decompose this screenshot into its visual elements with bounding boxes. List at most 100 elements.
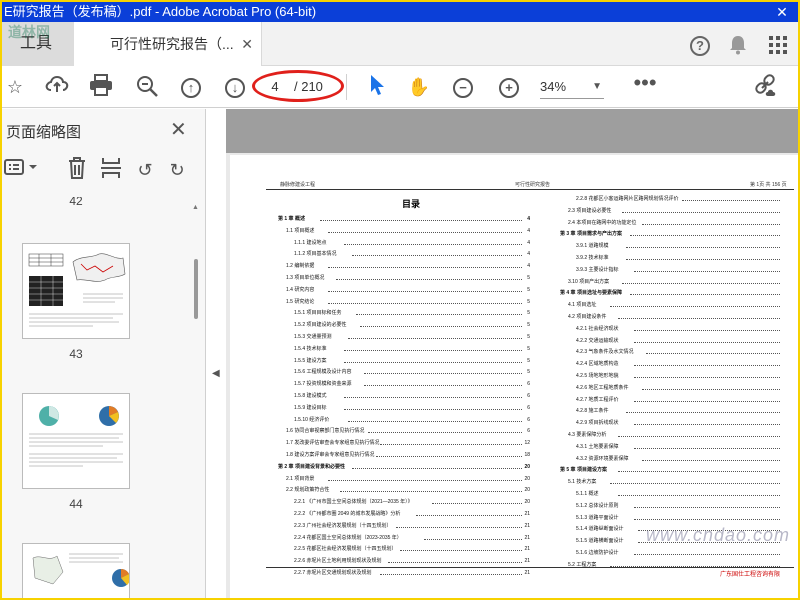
toc-entry[interactable]: 第 2 章 项目建设背景和必要性 20 [278,463,530,471]
thumbnail-page-44[interactable] [22,393,130,489]
toc-entry[interactable]: 4.2 项目建设条件 [568,313,788,321]
toc-entry[interactable]: 2.3 项目建设必要性 [568,207,788,215]
zoom-out-icon[interactable]: − [450,74,476,100]
toc-entry-text: 2.2.3 广州社会经济发展规划（十四五规划） [294,522,392,529]
toc-entry-text: 4.2 项目建设条件 [568,314,607,320]
tab-document[interactable]: 可行性研究报告（... ✕ [74,22,262,67]
tab-close-icon[interactable]: ✕ [241,22,253,66]
rotate-left-icon[interactable]: ↺ [132,157,158,183]
toc-entry[interactable]: 1.5.10 经济评价 6 [294,416,530,424]
toc-entry[interactable]: 1.2 编制依据 4 [286,262,530,270]
toc-entry[interactable]: 1.1.2 项目基本情况 4 [294,250,530,258]
toc-entry[interactable]: 2.2.3 广州社会经济发展规划（十四五规划） 21 [294,522,530,530]
toc-entry[interactable]: 5.1.3 道路平面设计 [576,514,788,522]
toc-entry[interactable]: 3.9.1 道路规模 [576,242,788,250]
toc-entry[interactable]: 4.3.1 土地要素保障 [576,443,788,451]
thumbnail-page-45[interactable] [22,543,130,598]
toc-entry[interactable]: 1.5.1 项目目标和任务 5 [294,309,530,317]
more-icon[interactable]: ••• [632,72,658,100]
toc-entry[interactable]: 3.9.3 主要设计指标 [576,266,788,274]
insert-page-icon[interactable] [98,157,124,183]
toc-entry[interactable]: 3.9.2 技术标准 [576,254,788,262]
toc-entry[interactable]: 1.5.8 建设模式 6 [294,392,530,400]
page-down-icon[interactable]: ↓ [222,74,248,100]
window-close-icon[interactable]: ✕ [772,2,792,22]
toc-entry[interactable]: 4.2.2 交通运输现状 [576,337,788,345]
thumbnail-label-44: 44 [69,497,83,511]
scroll-up-icon[interactable]: ▲ [192,204,199,211]
toc-entry-text: 第 1 章 概述 [278,216,305,222]
share-link-icon[interactable] [754,74,780,100]
toc-entry[interactable]: 5.1 技术方案 [568,478,788,486]
toc-entry[interactable]: 2.2.1 《广州市国土空间总体规划（2021—2035 年）》 20 [294,498,530,506]
toc-entry[interactable]: 1.5.7 投资规模和资金来源 6 [294,380,530,388]
toc-entry-text: 第 5 章 项目建设方案 [560,467,607,474]
panel-close-icon[interactable]: ✕ [170,117,187,142]
panel-collapse-icon[interactable]: ◀ [212,368,220,379]
toc-entry[interactable]: 第 4 章 项目选址与要素保障 [560,289,788,297]
page-options-icon[interactable] [2,157,42,183]
rotate-right-icon[interactable]: ↻ [164,157,190,183]
toc-entry[interactable]: 4.2.9 项目拆线现状 [576,419,788,427]
apps-icon[interactable] [764,22,792,66]
toc-entry[interactable]: 1.1.1 建设地点 4 [294,239,530,247]
toc-entry[interactable]: 1.5.3 交通量预测 5 [294,333,530,341]
page-up-icon[interactable]: ↑ [178,74,204,100]
help-icon[interactable]: ? [686,22,714,66]
toc-entry[interactable]: 2.2.4 花都区国土空间总体规划（2023-2035 年） 21 [294,534,530,542]
bell-icon[interactable] [724,22,752,66]
toc-entry[interactable]: 2.2.6 赤坭片区土地利用规划现状及规划 21 [294,557,530,565]
toc-entry[interactable]: 1.1 项目概述 4 [286,227,530,235]
zoom-select[interactable]: 34% ▼ [540,75,604,99]
hand-icon[interactable]: ✋ [406,74,432,100]
toc-entry[interactable]: 4.3.2 资源环境要素保障 [576,455,788,463]
toc-entry[interactable]: 1.3 项目单位概况 5 [286,274,530,282]
select-pointer-icon[interactable] [364,74,390,100]
toc-entry[interactable]: 4.2.5 场地地形地貌 [576,372,788,380]
print-icon[interactable] [88,74,114,100]
toc-entry[interactable]: 4.1 项目选址 [568,301,788,309]
thumbnail-page-43[interactable] [22,243,130,339]
star-icon[interactable]: ☆ [2,74,28,100]
toc-entry[interactable]: 4.2.3 气象条件及水文情况 [576,348,788,356]
upload-cloud-icon[interactable] [44,74,70,100]
toc-entry[interactable]: 4.2.4 区域地质构造 [576,360,788,368]
toc-entry[interactable]: 1.5 研究结论 5 [286,298,530,306]
document-view[interactable]: 静脉修建设工程 可行性研究报告 第 1页 共 156 页 目录 第 1 章 概述… [226,109,798,598]
toc-entry[interactable]: 4.2.6 地区工程地质条件 [576,384,788,392]
toc-entry[interactable]: 2.2.2 《广州都市圈 2049 的城市发展战略》分析 21 [294,510,530,518]
toc-entry[interactable]: 2.2.7 赤坭片区交通规划现状及规划 21 [294,569,530,577]
toc-entry[interactable]: 第 5 章 项目建设方案 [560,466,788,474]
zoom-search-icon[interactable] [134,74,160,100]
toc-entry[interactable]: 3.10 项目产出方案 [568,278,788,286]
toc-entry[interactable]: 1.5.4 技术标准 5 [294,345,530,353]
toc-entry[interactable]: 5.1.2 总体设计原则 [576,502,788,510]
toc-entry[interactable]: 2.2.8 花都区小客运路网片区路网规划情况评价 [576,195,788,203]
toc-entry[interactable]: 4.2.1 社会经济现状 [576,325,788,333]
toc-entry-text: 3.9.2 技术标准 [576,255,609,261]
toc-entry[interactable]: 第 3 章 项目需求与产出方案 [560,230,788,238]
toc-entry[interactable]: 1.5.9 建设目标 6 [294,404,530,412]
toc-entry[interactable]: 1.5.6 工程规模及设计内容 5 [294,368,530,376]
toc-entry[interactable]: 4.3 要素保障分析 [568,431,788,439]
toc-entry[interactable]: 2.1 项目背景 20 [286,475,530,483]
toc-entry[interactable]: 1.7 发改委评估审查会专家组意见执行情况 12 [286,439,530,447]
toc-entry[interactable]: 4.2.8 施工条件 [576,407,788,415]
zoom-in-icon[interactable]: + [496,74,522,100]
toc-entry[interactable]: 1.5.5 建设方案 5 [294,357,530,365]
toc-entry[interactable]: 1.8 建设方案评审会专家组意见执行情况 18 [286,451,530,459]
scrollbar-thumb[interactable] [194,259,198,319]
toc-entry[interactable]: 5.1.1 概述 [576,490,788,498]
toc-entry[interactable]: 2.4 本项目在路网中的功能定位 [568,219,788,227]
toc-entry[interactable]: 第 1 章 概述 4 [278,215,530,223]
delete-icon[interactable] [64,157,90,183]
toc-entry[interactable]: 1.6 协同合审视察部门意见执行情况 6 [286,427,530,435]
toc-entry[interactable]: 2.2.5 花都区社会经济发展规划（十四五规划） 21 [294,545,530,553]
toc-leader-dots [328,263,522,269]
thumbnail-scrollbar[interactable]: ▲ [192,204,202,598]
toc-entry[interactable]: 4.2.7 地质工程评价 [576,396,788,404]
toc-entry[interactable]: 1.4 研究内容 5 [286,286,530,294]
toc-entry[interactable]: 5.1.6 边坡防护设计 [576,549,788,557]
toc-entry[interactable]: 2.2 规划政策符合性 20 [286,486,530,494]
toc-entry[interactable]: 1.5.2 项目建设的必要性 5 [294,321,530,329]
